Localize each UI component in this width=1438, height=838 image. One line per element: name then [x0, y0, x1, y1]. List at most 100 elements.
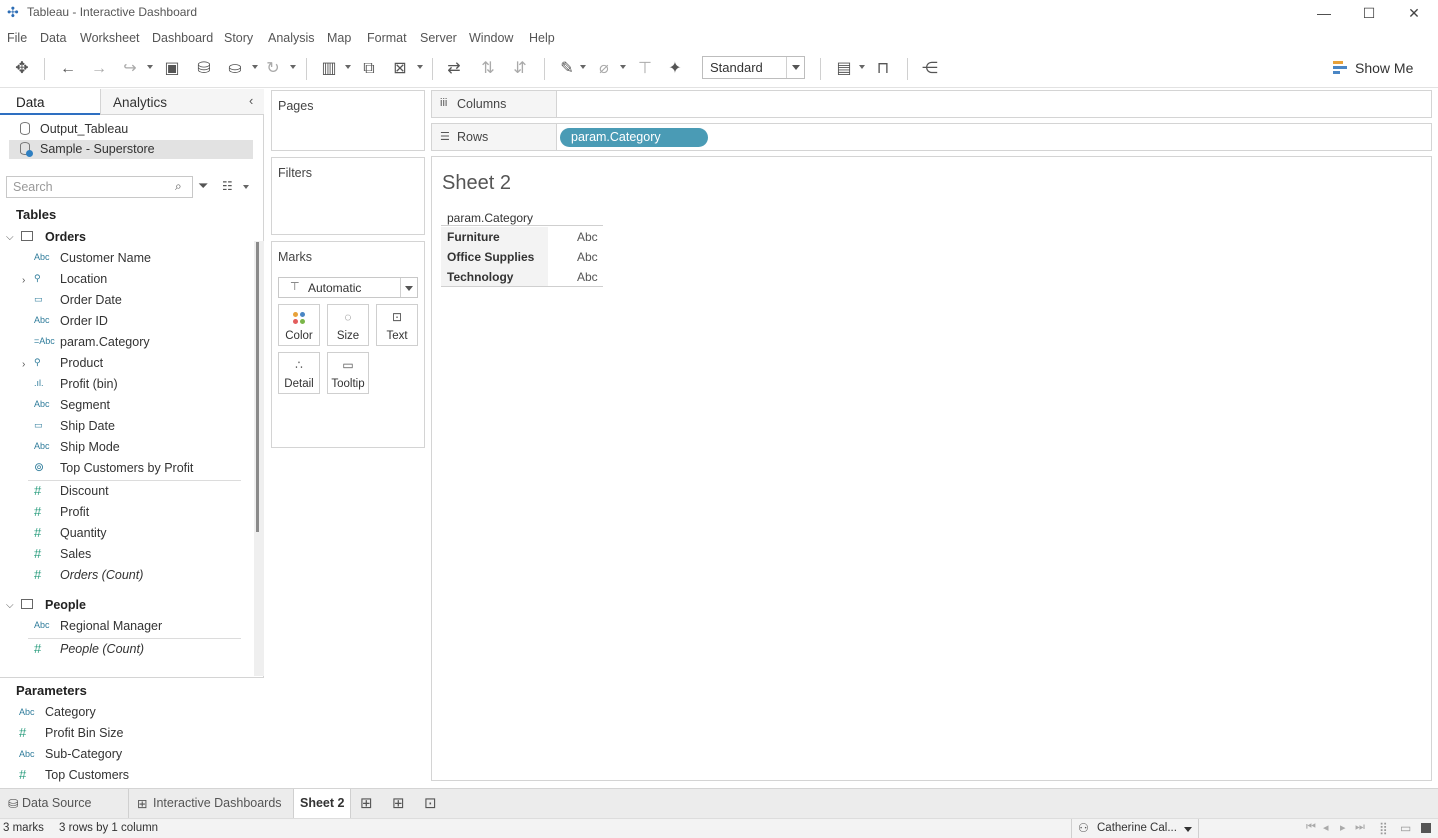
table-orders[interactable]: ⌵ Orders — [0, 227, 250, 248]
text-button[interactable]: ⊡ Text — [376, 304, 418, 346]
field-segment[interactable]: Abc Segment — [28, 395, 241, 416]
tab-analytics[interactable]: Analytics ‹ — [100, 89, 264, 115]
column-header-param-category[interactable]: param.Category — [447, 211, 533, 225]
field-profit-bin[interactable]: .ıl. Profit (bin) — [28, 374, 241, 395]
field-param-category[interactable]: =Abc param.Category — [28, 332, 241, 353]
grid-view-icon[interactable]: ⣿ — [1379, 821, 1388, 835]
field-ship-date[interactable]: ▭ Ship Date — [28, 416, 241, 437]
menu-data[interactable]: Data — [40, 31, 66, 45]
redo-icon[interactable]: → — [89, 59, 109, 79]
new-data-source-icon[interactable]: ⛁ — [194, 59, 214, 79]
new-worksheet-icon[interactable]: ▥ — [318, 59, 340, 79]
pin-icon[interactable]: ✦ — [665, 59, 685, 79]
field-location[interactable]: ⚲ Location — [28, 269, 241, 290]
filters-card[interactable]: Filters — [271, 157, 425, 235]
size-button[interactable]: ◌ Size — [327, 304, 369, 346]
tableau-home-icon[interactable]: ✥ — [12, 59, 32, 79]
duplicate-sheet-icon[interactable]: ⧉ — [359, 59, 379, 79]
previous-page-icon[interactable]: ◂ — [1323, 821, 1329, 834]
user-name[interactable]: Catherine Cal... — [1097, 822, 1177, 834]
menu-server[interactable]: Server — [420, 31, 457, 45]
scrollbar-thumb[interactable] — [256, 242, 259, 532]
chevron-right-icon[interactable]: › — [22, 359, 25, 370]
parameter-sub-category[interactable]: Abc Sub-Category — [0, 744, 250, 765]
tooltip-button[interactable]: ▭ Tooltip — [327, 352, 369, 394]
menu-file[interactable]: File — [7, 31, 27, 45]
field-discount[interactable]: # Discount — [28, 481, 241, 502]
new-story-icon[interactable]: ⊡ — [424, 794, 437, 812]
field-people-count[interactable]: # People (Count) — [28, 639, 241, 660]
data-source-options-icon[interactable]: ⛀ — [225, 59, 245, 79]
filter-icon[interactable]: ⏷ — [198, 178, 208, 194]
tab-data-source[interactable]: ⛁ Data Source — [0, 789, 129, 818]
swap-rows-columns-icon[interactable]: ⇄ — [444, 59, 464, 79]
field-customer-name[interactable]: Abc Customer Name — [28, 248, 241, 269]
tabs-view-icon[interactable] — [1421, 823, 1431, 833]
field-product[interactable]: ⚲ Product — [28, 353, 241, 374]
last-page-icon[interactable]: ⏭ — [1355, 821, 1365, 834]
menu-window[interactable]: Window — [469, 31, 513, 45]
replay-icon[interactable]: ↪ — [120, 59, 140, 79]
maximize-button[interactable]: ☐ — [1349, 2, 1389, 24]
search-input[interactable]: Search ⌕ — [6, 176, 193, 198]
detail-button[interactable]: ∴ Detail — [278, 352, 320, 394]
field-sales[interactable]: # Sales — [28, 544, 241, 565]
sort-ascending-icon[interactable]: ⇅ — [478, 59, 498, 79]
field-profit[interactable]: # Profit — [28, 502, 241, 523]
menu-format[interactable]: Format — [367, 31, 407, 45]
table-row[interactable]: Technology Abc — [441, 267, 603, 287]
menu-story[interactable]: Story — [224, 31, 253, 45]
parameter-profit-bin-size[interactable]: # Profit Bin Size — [0, 723, 250, 744]
parameter-top-customers[interactable]: # Top Customers — [0, 765, 250, 786]
table-row[interactable]: Furniture Abc — [441, 227, 603, 247]
chevron-right-icon[interactable]: › — [22, 275, 25, 286]
close-button[interactable]: ✕ — [1394, 2, 1434, 24]
menu-dashboard[interactable]: Dashboard — [152, 31, 213, 45]
save-icon[interactable]: ▣ — [162, 59, 182, 79]
field-quantity[interactable]: # Quantity — [28, 523, 241, 544]
field-top-customers-by-profit[interactable]: ⊚ Top Customers by Profit — [28, 458, 241, 479]
new-worksheet-icon[interactable]: ⊞ — [360, 794, 373, 812]
collapse-pane-icon[interactable]: ‹ — [249, 93, 253, 108]
tab-data[interactable]: Data — [0, 89, 100, 115]
sort-descending-icon[interactable]: ⇵ — [510, 59, 530, 79]
highlight-icon[interactable]: ✎ — [557, 59, 577, 79]
rows-pill-param-category[interactable]: param.Category — [560, 128, 708, 147]
mark-type-select[interactable]: ⊤ Automatic — [278, 277, 418, 298]
data-source-output-tableau[interactable]: Output_Tableau — [9, 120, 253, 139]
field-order-id[interactable]: Abc Order ID — [28, 311, 241, 332]
chevron-down-icon[interactable]: ⌵ — [6, 232, 14, 243]
table-people[interactable]: ⌵ People — [0, 595, 250, 616]
undo-icon[interactable]: ← — [58, 59, 78, 79]
fit-select[interactable]: Standard — [702, 56, 805, 79]
new-dashboard-icon[interactable]: ⊞ — [392, 794, 405, 812]
clear-sheet-icon[interactable]: ⊠ — [390, 59, 410, 79]
minimize-button[interactable]: — — [1304, 2, 1344, 24]
group-members-icon[interactable]: ⌀ — [594, 59, 614, 79]
chevron-down-icon[interactable] — [1184, 827, 1192, 832]
field-orders-count[interactable]: # Orders (Count) — [28, 565, 241, 586]
columns-shelf[interactable]: iii Columns — [431, 90, 1432, 118]
parameter-category[interactable]: Abc Category — [0, 702, 250, 723]
data-source-sample-superstore[interactable]: Sample - Superstore — [9, 140, 253, 159]
chevron-down-icon[interactable] — [786, 57, 804, 78]
menu-worksheet[interactable]: Worksheet — [80, 31, 140, 45]
field-ship-mode[interactable]: Abc Ship Mode — [28, 437, 241, 458]
presentation-mode-icon[interactable]: ⊓ — [873, 59, 893, 79]
show-me-button[interactable]: Show Me — [1333, 59, 1423, 79]
sheet-title[interactable]: Sheet 2 — [442, 172, 511, 195]
first-page-icon[interactable]: ⏮ — [1306, 821, 1316, 834]
field-regional-manager[interactable]: Abc Regional Manager — [28, 616, 241, 637]
table-row[interactable]: Office Supplies Abc — [441, 247, 603, 267]
view-options-icon[interactable]: ☷ — [222, 179, 233, 193]
show-labels-icon[interactable]: ⊤ — [635, 59, 655, 79]
menu-map[interactable]: Map — [327, 31, 351, 45]
share-icon[interactable]: ⋲ — [920, 59, 940, 79]
field-order-date[interactable]: ▭ Order Date — [28, 290, 241, 311]
tab-interactive-dashboards[interactable]: ⊞ Interactive Dashboards — [129, 789, 294, 818]
show-cards-icon[interactable]: ▤ — [833, 59, 855, 79]
color-button[interactable]: Color — [278, 304, 320, 346]
rows-shelf[interactable]: ☰ Rows param.Category — [431, 123, 1432, 151]
pages-card[interactable]: Pages — [271, 90, 425, 151]
tab-sheet-2[interactable]: Sheet 2 — [294, 789, 351, 818]
